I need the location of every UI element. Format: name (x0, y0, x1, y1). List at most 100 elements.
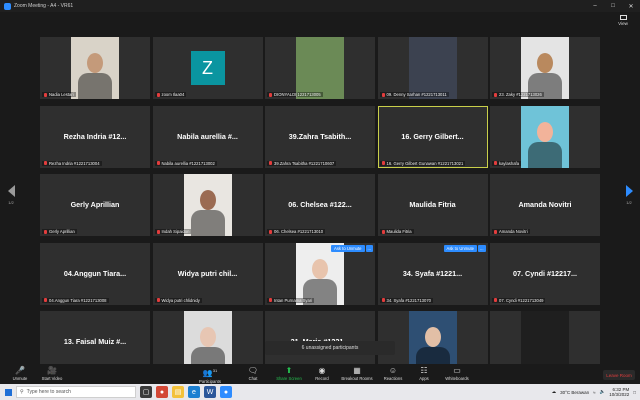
participants-button[interactable]: 👥31 Participants (190, 366, 230, 384)
chevron-right-icon (625, 185, 633, 197)
participant-tile[interactable]: Widya putri chil... Widya putri chlidnidy (152, 242, 263, 305)
task-view-icon[interactable]: ▢ (140, 386, 152, 398)
window-title: Zoom Meeting - A4 - VR61 (14, 3, 74, 9)
participant-tile[interactable]: Rezha Indria #12... Rezha Indria #1221713… (40, 105, 150, 168)
participant-display-name: 07. Cyndi #12217... (513, 268, 577, 278)
participant-tile[interactable]: Maulida Fitria Maulida Fitria (377, 174, 488, 236)
participant-tile[interactable]: 16. Gerry Gilbert... 16. Gerry Gilbert Gu… (377, 105, 488, 168)
participants-count: 31 (212, 368, 218, 373)
participant-video (183, 174, 232, 236)
participant-tile[interactable]: Indah Sipaidon (152, 174, 263, 236)
ask-to-unmute-group: Ask to Unmute... (443, 244, 486, 252)
page-indicator-right: 1/2 (626, 200, 632, 205)
leave-room-button[interactable]: Leave Room (603, 370, 635, 380)
close-icon[interactable]: ✕ (622, 3, 640, 10)
participant-face (199, 190, 216, 210)
next-page-button[interactable]: 1/2 (622, 185, 636, 211)
windows-taskbar: ⚲ Type here to search ▢ ● ▤ e W ● ☁ 30°C… (0, 384, 640, 400)
breakout-rooms-button[interactable]: ▦ Breakout Rooms (337, 366, 377, 381)
chrome-icon[interactable]: ● (156, 386, 168, 398)
participant-tile[interactable]: 06. Chelsea #122... 06. Chelsea #12217130… (265, 174, 375, 236)
participant-name-label: kaylashafa (492, 160, 522, 166)
participant-name-text: Intan Purnama Syari (274, 297, 313, 303)
microphone-muted-icon: 🎤 (15, 366, 25, 375)
participant-tile[interactable]: kaylashafa (490, 105, 600, 168)
participant-tile[interactable]: 34. Syafa #1221... Ask to Unmute... 34. Sy… (377, 242, 488, 305)
network-icon[interactable]: ≈ (593, 390, 595, 395)
ask-to-unmute-group: Ask to Unmute... (331, 244, 373, 252)
participant-tile[interactable]: 04.Anggun Tiara... 04.Anggun Tiara #12217… (40, 242, 150, 305)
zoom-taskbar-icon[interactable]: ● (220, 386, 232, 398)
participant-name-text: 06. Chelsea #1221713010 (274, 229, 324, 234)
zoom-logo-icon (4, 2, 11, 10)
participant-name-label: 16. Gerry Gilbert Gunawan #1221713021 (379, 160, 466, 166)
participant-name-label: Indah Sipaidon (154, 229, 192, 234)
participant-tile[interactable]: 23. Zaky #1221713026 (490, 37, 600, 99)
participant-tile[interactable]: 07. Cyndi #12217... 07. Cyndi #1221713049 (490, 242, 600, 305)
view-button[interactable]: View (612, 14, 634, 26)
edge-icon[interactable]: e (188, 386, 200, 398)
whiteboard-icon: ▭ (453, 366, 461, 375)
clock[interactable]: 6:32 PM 10/3/2022 (609, 387, 629, 397)
participant-name-label: 39.Zahra Tsabitha #1221710607 (267, 160, 337, 166)
participant-video (296, 37, 344, 99)
participant-name-label: 06. Chelsea #1221713010 (267, 229, 326, 234)
muted-microphone-icon (494, 229, 497, 234)
participant-tile[interactable]: Amanda Novitri Amanda Novitri (490, 174, 600, 236)
participant-tile[interactable]: Nabila aurellia #... Nabila aurellia #122… (152, 105, 263, 168)
word-icon[interactable]: W (204, 386, 216, 398)
participant-name-text: 34. Syafa #1221713070 (386, 297, 431, 303)
start-video-label: Start Video (41, 376, 63, 381)
participant-display-name: 06. Chelsea #122... (288, 200, 352, 210)
participant-tile[interactable]: Zzoom Ilaa04 (152, 37, 263, 99)
participants-label: Participants (199, 378, 221, 384)
unassigned-participants-banner[interactable]: 6 unassigned participants (265, 341, 395, 355)
muted-microphone-icon (44, 92, 47, 97)
whiteboards-button[interactable]: ▭ Whiteboards (437, 366, 477, 381)
taskbar-search-input[interactable]: ⚲ Type here to search (16, 386, 136, 398)
participant-name-label: Nadia Lestari (42, 92, 76, 97)
muted-microphone-icon (269, 161, 272, 165)
ask-to-unmute-button[interactable]: Ask to Unmute (331, 244, 365, 252)
participant-display-name: Amanda Novitri (518, 200, 572, 210)
participant-display-name: Widya putri chil... (177, 268, 238, 278)
start-button[interactable] (0, 384, 16, 400)
minimize-icon[interactable]: – (586, 3, 604, 9)
search-icon: ⚲ (20, 389, 24, 395)
participant-face (199, 327, 216, 347)
participant-tile[interactable]: Ask to Unmute... Intan Purnama Syari (265, 242, 375, 305)
volume-icon[interactable]: 🔈 (600, 389, 606, 395)
participant-tile[interactable]: Nadia Lestari (40, 37, 150, 99)
participant-display-name: 13. Faisal Muiz #... (63, 337, 127, 347)
participant-name-text: Amanda Novitri (499, 229, 528, 234)
reactions-label: Reactions (383, 376, 403, 381)
participant-name-label: 07. Cyndi #1221713049 (492, 297, 546, 303)
participant-display-name: 34. Syafa #1221... (402, 268, 463, 278)
participant-tile[interactable]: DIONYALDI[1221713005 (265, 37, 375, 99)
participant-face (537, 121, 553, 142)
zoom-window: Zoom Meeting - A4 - VR61 – □ ✕ View 1/2 … (0, 0, 640, 400)
participant-name-text: Maulida Fitria (386, 229, 412, 234)
participant-name-label: Rezha Indria #1221713004 (42, 160, 102, 166)
notifications-icon[interactable]: □ (633, 390, 636, 395)
participant-name-label: 04.Anggun Tiara #1221713008 (42, 297, 109, 303)
more-options-button[interactable]: ... (478, 244, 486, 252)
share-screen-label: Share Screen (276, 376, 302, 381)
muted-microphone-icon (494, 161, 497, 165)
ask-to-unmute-button[interactable]: Ask to Unmute (443, 244, 477, 252)
file-explorer-icon[interactable]: ▤ (172, 386, 184, 398)
previous-page-button[interactable]: 1/2 (4, 185, 18, 211)
more-options-button[interactable]: ... (365, 244, 373, 252)
participant-tile[interactable]: 09. Denny Sarhan #1221713011 (377, 37, 488, 99)
chat-button[interactable]: 🗨 Chat (233, 366, 273, 381)
participant-tile[interactable]: 39.Zahra Tsabith... 39.Zahra Tsabitha #12… (265, 105, 375, 168)
participant-name-text: 04.Anggun Tiara #1221713008 (49, 297, 107, 303)
participant-face (537, 53, 553, 73)
participant-name-label: 34. Syafa #1221713070 (379, 297, 433, 303)
participant-tile[interactable]: Gerly Aprillian Gerly Aprillian (40, 174, 150, 236)
record-button[interactable]: ◉ Record (302, 366, 342, 381)
weather-icon: ☁ (551, 389, 557, 394)
avatar: Z (190, 51, 225, 85)
maximize-icon[interactable]: □ (604, 3, 622, 9)
start-video-button[interactable]: 🎥 Start Video (32, 366, 72, 381)
